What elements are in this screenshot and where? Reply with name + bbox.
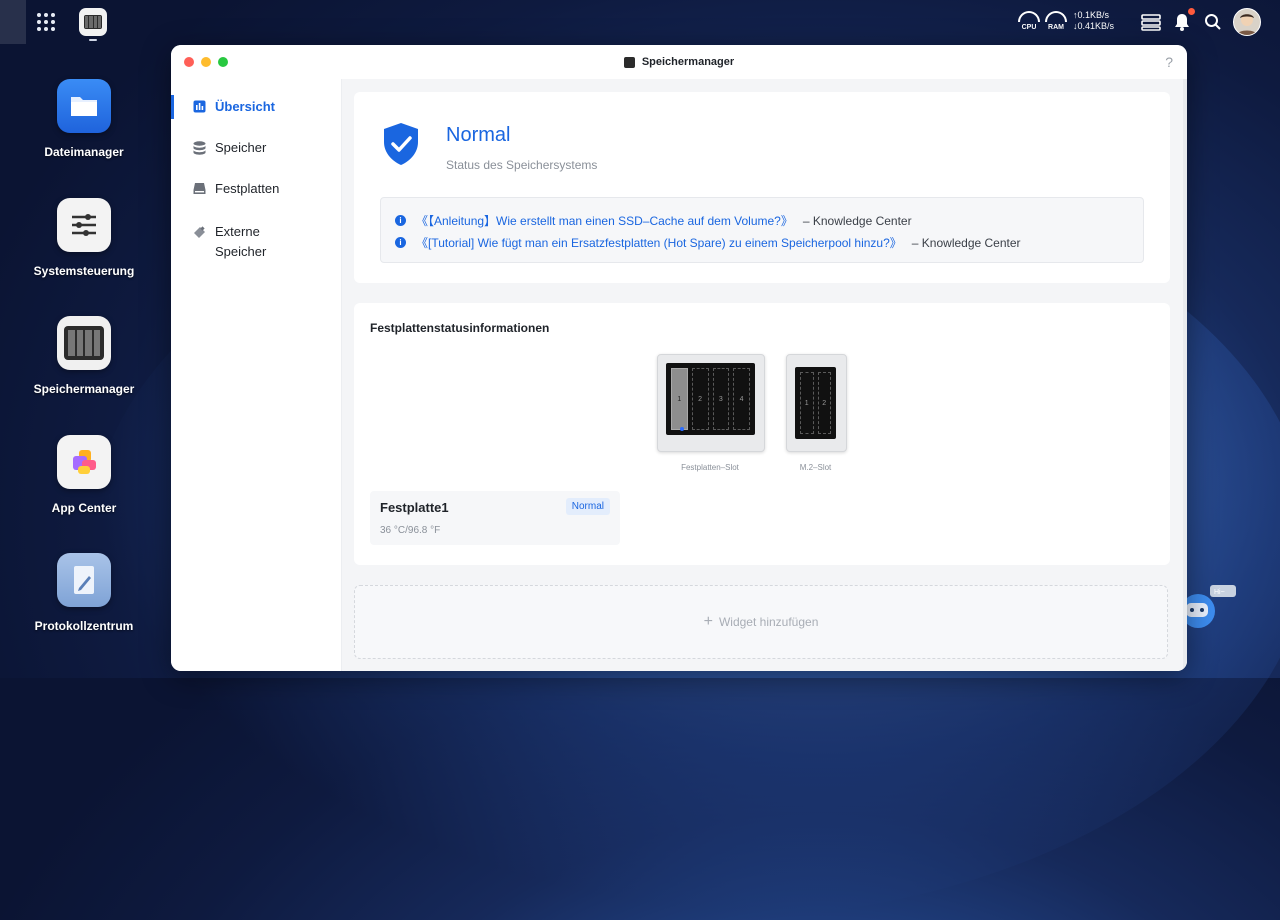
sidebar-item-uebersicht[interactable]: Übersicht — [171, 95, 341, 119]
drive-slot[interactable]: 2 — [691, 368, 709, 430]
sidebar-item-label: Externe Speicher — [215, 222, 266, 262]
desktop-item-app-center[interactable]: App Center — [20, 435, 148, 515]
m2-bay[interactable]: 1 2 — [786, 354, 847, 452]
knowledge-link[interactable]: 《[Tutorial] Wie fügt man ein Ersatzfestp… — [416, 234, 902, 251]
folder-icon — [57, 79, 111, 133]
knowledge-source: – Knowledge Center — [802, 213, 912, 228]
ram-label: RAM — [1048, 24, 1064, 31]
sidebar-item-festplatten[interactable]: Festplatten — [171, 181, 341, 196]
cpu-gauge-icon[interactable]: CPU — [1018, 11, 1040, 33]
storage-icon — [57, 316, 111, 370]
desktop-item-speichermanager[interactable]: Speichermanager — [20, 316, 148, 396]
net-download: ↓0.41KB/s — [1073, 21, 1115, 31]
main-content: Normal Status des Speichersystems i 《【An… — [342, 79, 1187, 671]
disk-card[interactable]: Festplatte1 Normal 36 °C/96.8 °F — [370, 491, 620, 545]
search-icon[interactable] — [1203, 12, 1223, 32]
knowledge-source: – Knowledge Center — [911, 235, 1021, 250]
sidebar-item-label-line1: Externe — [215, 224, 260, 239]
title-bar[interactable]: Speichermanager ? — [171, 45, 1187, 79]
database-icon — [193, 141, 206, 155]
disk-temperature: 36 °C/96.8 °F — [380, 525, 441, 536]
drive-slot[interactable]: 1 — [671, 368, 688, 430]
desktop-item-systemsteuerung[interactable]: Systemsteuerung — [20, 198, 148, 278]
desktop-label: Systemsteuerung — [33, 264, 135, 278]
sidebar-item-label-line2: Speicher — [215, 244, 267, 259]
sidebar-item-externe-speicher[interactable]: Externe Speicher — [171, 222, 341, 262]
user-avatar[interactable] — [1233, 8, 1261, 36]
info-icon: i — [395, 237, 406, 248]
taskbar-storage-manager-icon[interactable] — [79, 8, 107, 36]
add-widget-label: Widget hinzufügen — [718, 615, 819, 629]
desktop-label: Dateimanager — [44, 145, 124, 159]
cpu-label: CPU — [1021, 24, 1037, 31]
sliders-icon — [57, 198, 111, 252]
app-launcher-icon[interactable] — [37, 13, 55, 31]
sidebar-item-speicher[interactable]: Speicher — [171, 140, 341, 155]
drive-slot[interactable]: 3 — [712, 368, 730, 430]
status-title: Normal — [446, 124, 511, 146]
storage-manager-icon — [623, 56, 635, 68]
disk-icon — [193, 183, 206, 194]
bell-icon[interactable] — [1172, 12, 1192, 32]
knowledge-box: i 《【Anleitung】Wie erstellt man einen SSD… — [380, 197, 1144, 263]
drive-slot[interactable]: 4 — [733, 368, 750, 430]
knowledge-row: i 《[Tutorial] Wie fügt man ein Ersatzfes… — [395, 234, 1021, 251]
storage-manager-window: Speichermanager ? Übersicht Speicher Fes… — [171, 45, 1187, 671]
m2-bay-screen: 1 2 — [795, 367, 836, 439]
log-icon — [57, 553, 111, 607]
status-led — [680, 427, 684, 431]
active-app-indicator — [0, 0, 26, 44]
desktop-label: Protokollzentrum — [34, 619, 134, 633]
shield-check-icon — [384, 123, 418, 165]
m2-slot[interactable]: 1 — [800, 372, 814, 434]
m2-slot[interactable]: 2 — [817, 372, 831, 434]
knowledge-row: i 《【Anleitung】Wie erstellt man einen SSD… — [395, 212, 912, 229]
knowledge-link[interactable]: 《【Anleitung】Wie erstellt man einen SSD–C… — [416, 212, 793, 229]
sidebar: Übersicht Speicher Festplatten Externe S… — [171, 79, 342, 671]
plus-icon: + — [703, 613, 713, 630]
window-title: Speichermanager — [171, 45, 1187, 79]
info-icon: i — [395, 215, 406, 226]
disk-name: Festplatte1 — [380, 500, 449, 515]
notification-badge — [1188, 8, 1195, 15]
desktop-label: Speichermanager — [33, 382, 135, 396]
sidebar-item-label: Übersicht — [215, 99, 275, 114]
drive-bay-label: Festplatten–Slot — [681, 463, 739, 472]
desktop-label: App Center — [51, 501, 117, 515]
network-speed: ↑0.1KB/s ↓0.41KB/s — [1073, 10, 1114, 32]
usb-icon — [194, 226, 205, 238]
scrollbar[interactable] — [1183, 79, 1187, 671]
overview-icon — [193, 100, 206, 113]
svg-text:Hi~: Hi~ — [1214, 589, 1225, 596]
m2-bay-label: M.2–Slot — [799, 463, 832, 472]
ram-gauge-icon[interactable]: RAM — [1045, 11, 1067, 33]
disk-status-card: Festplattenstatusinformationen 1 2 3 4 F… — [354, 303, 1170, 565]
status-card: Normal Status des Speichersystems i 《【An… — [354, 92, 1170, 283]
top-bar: CPU RAM ↑0.1KB/s ↓0.41KB/s — [0, 0, 1280, 44]
add-widget-button[interactable]: + Widget hinzufügen — [354, 585, 1168, 659]
task-manager-icon[interactable] — [1141, 12, 1161, 32]
desktop-item-protokollzentrum[interactable]: Protokollzentrum — [20, 553, 148, 633]
window-title-text: Speichermanager — [641, 56, 735, 68]
sidebar-item-label: Festplatten — [215, 181, 280, 196]
desktop-item-dateimanager[interactable]: Dateimanager — [20, 79, 148, 159]
running-indicator — [89, 39, 97, 41]
status-subtitle: Status des Speichersystems — [446, 158, 598, 172]
help-button[interactable]: ? — [1165, 54, 1173, 70]
net-upload: ↑0.1KB/s — [1073, 10, 1110, 20]
status-badge: Normal — [565, 498, 610, 515]
sidebar-item-label: Speicher — [215, 140, 267, 155]
drive-bay-screen: 1 2 3 4 — [666, 363, 755, 435]
app-center-icon — [57, 435, 111, 489]
drive-bay[interactable]: 1 2 3 4 — [657, 354, 765, 452]
disk-status-title: Festplattenstatusinformationen — [370, 321, 550, 335]
